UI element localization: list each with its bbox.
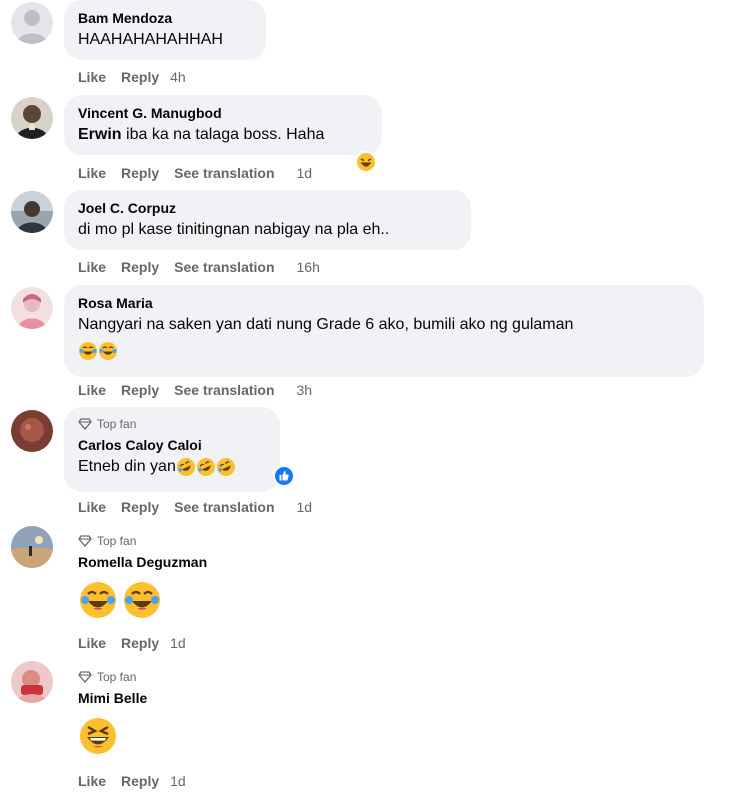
haha-reaction-icon[interactable] <box>354 150 378 179</box>
see-translation-link[interactable]: See translation <box>174 258 274 276</box>
comment-bubble: Bam Mendoza HAAHAHAHAHHAH <box>64 0 266 60</box>
reply-button[interactable]: Reply <box>121 772 159 790</box>
avatar[interactable] <box>11 191 53 233</box>
emoji-row <box>78 716 147 756</box>
like-button[interactable]: Like <box>78 772 106 790</box>
comment-timestamp[interactable]: 1d <box>170 634 186 652</box>
tears-of-joy-emoji <box>98 341 118 361</box>
comment-actions: Like Reply See translation 3h <box>78 381 312 399</box>
comment-author[interactable]: Mimi Belle <box>78 689 147 707</box>
see-translation-link[interactable]: See translation <box>174 164 274 182</box>
rolling-laughing-emoji <box>176 457 196 477</box>
see-translation-link[interactable]: See translation <box>174 381 274 399</box>
comment-author[interactable]: Carlos Caloy Caloi <box>78 436 267 454</box>
comment-actions: Like Reply 1d <box>78 634 186 652</box>
emoji-row <box>78 580 207 620</box>
top-fan-badge: Top fan <box>78 416 267 432</box>
emoji-row <box>78 341 691 361</box>
like-button[interactable]: Like <box>78 258 106 276</box>
avatar[interactable] <box>11 97 53 139</box>
comment-timestamp[interactable]: 16h <box>297 258 320 276</box>
comment-bubble: Vincent G. Manugbod Erwin iba ka na tala… <box>64 95 382 155</box>
comment-text: Nangyari na saken yan dati nung Grade 6 … <box>78 316 574 333</box>
avatar[interactable] <box>11 661 53 703</box>
comment-actions: Like Reply 4h <box>78 68 186 86</box>
comment-author[interactable]: Joel C. Corpuz <box>78 199 458 217</box>
comment-actions: Like Reply See translation 1d <box>78 164 312 182</box>
squinting-laugh-emoji <box>78 716 118 756</box>
comment-actions: Like Reply See translation 1d <box>78 498 312 516</box>
tears-of-joy-emoji <box>78 580 118 620</box>
comment-bubble: Rosa Maria Nangyari na saken yan dati nu… <box>64 285 704 377</box>
comment-text: di mo pl kase tinitingnan nabigay na pla… <box>78 221 390 238</box>
reply-button[interactable]: Reply <box>121 258 159 276</box>
comment-author[interactable]: Romella Deguzman <box>78 553 207 571</box>
reply-button[interactable]: Reply <box>121 634 159 652</box>
comment-timestamp[interactable]: 3h <box>297 381 313 399</box>
reply-button[interactable]: Reply <box>121 164 159 182</box>
comment-timestamp[interactable]: 1d <box>297 164 313 182</box>
comment-body: Top fan Romella Deguzman <box>64 533 207 620</box>
comment-timestamp[interactable]: 4h <box>170 68 186 86</box>
see-translation-link[interactable]: See translation <box>174 498 274 516</box>
comment-bubble: Joel C. Corpuz di mo pl kase tinitingnan… <box>64 190 471 250</box>
comment-text: HAAHAHAHAHHAH <box>78 31 223 48</box>
top-fan-badge: Top fan <box>78 533 207 549</box>
rolling-laughing-emoji <box>216 457 236 477</box>
like-button[interactable]: Like <box>78 381 106 399</box>
avatar[interactable] <box>11 2 53 44</box>
tears-of-joy-emoji <box>78 341 98 361</box>
top-fan-badge: Top fan <box>78 669 147 685</box>
comment-text: Etneb din yan <box>78 456 267 478</box>
comment-timestamp[interactable]: 1d <box>297 498 313 516</box>
mention-link[interactable]: Erwin <box>78 126 122 143</box>
reply-button[interactable]: Reply <box>121 68 159 86</box>
tears-of-joy-emoji <box>122 580 162 620</box>
comment-body: Top fan Mimi Belle <box>64 669 147 756</box>
diamond-icon <box>78 671 92 683</box>
like-button[interactable]: Like <box>78 498 106 516</box>
comment-timestamp[interactable]: 1d <box>170 772 186 790</box>
comment-author[interactable]: Rosa Maria <box>78 294 691 312</box>
avatar[interactable] <box>11 287 53 329</box>
comment-actions: Like Reply 1d <box>78 772 186 790</box>
comment-actions: Like Reply See translation 16h <box>78 258 320 276</box>
comment-text: Erwin iba ka na talaga boss. Haha <box>78 126 325 143</box>
rolling-laughing-emoji <box>196 457 216 477</box>
avatar[interactable] <box>11 410 53 452</box>
avatar[interactable] <box>11 526 53 568</box>
comment-bubble: Top fan Carlos Caloy Caloi Etneb din yan <box>64 407 280 492</box>
like-reaction-icon[interactable] <box>272 464 296 493</box>
comment-author[interactable]: Bam Mendoza <box>78 9 253 27</box>
like-button[interactable]: Like <box>78 164 106 182</box>
diamond-icon <box>78 418 92 430</box>
like-button[interactable]: Like <box>78 68 106 86</box>
like-button[interactable]: Like <box>78 634 106 652</box>
reply-button[interactable]: Reply <box>121 381 159 399</box>
diamond-icon <box>78 535 92 547</box>
reply-button[interactable]: Reply <box>121 498 159 516</box>
comment-author[interactable]: Vincent G. Manugbod <box>78 104 369 122</box>
